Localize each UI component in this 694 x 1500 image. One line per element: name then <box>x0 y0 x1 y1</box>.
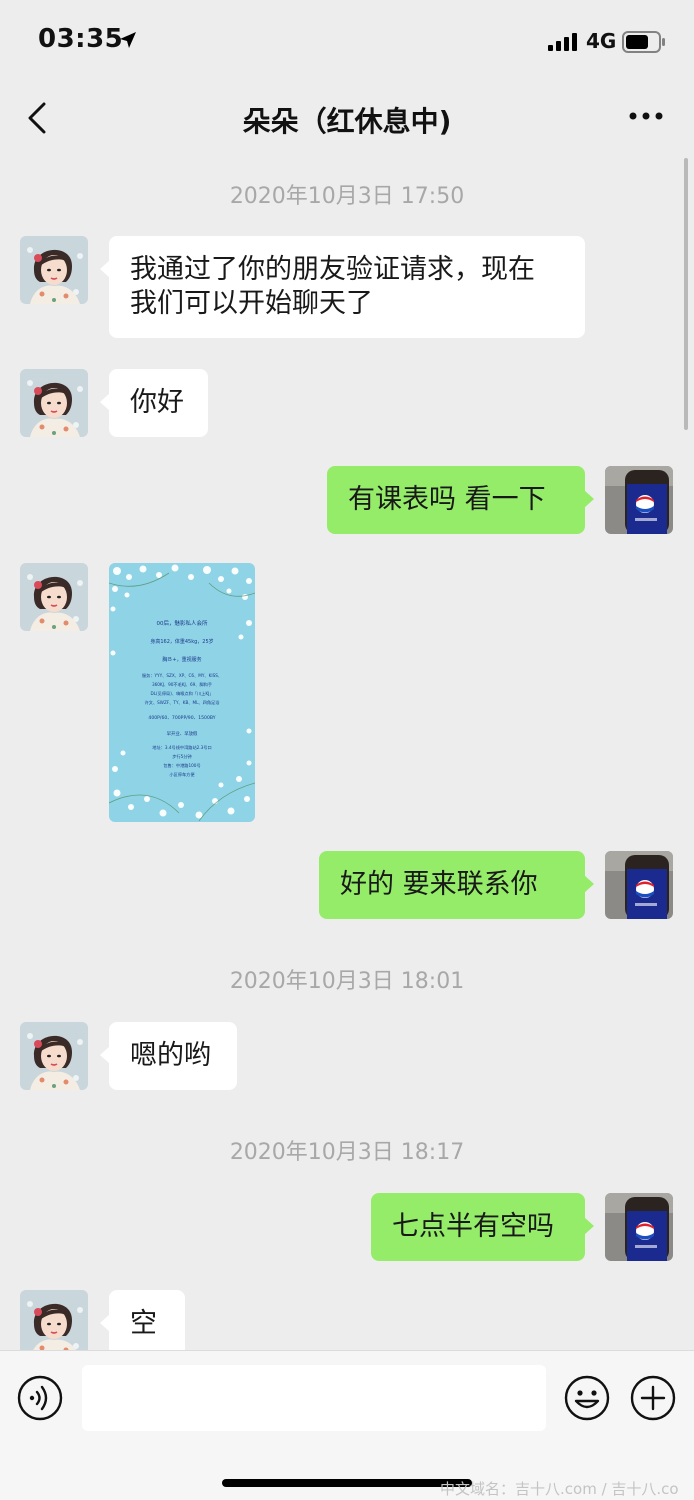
home-indicator <box>222 1479 472 1487</box>
my-avatar[interactable] <box>605 1193 673 1261</box>
outgoing-message-bubble[interactable]: 有课表吗 看一下 <box>327 466 594 534</box>
outgoing-message-bubble[interactable]: 七点半有空吗 <box>371 1193 594 1261</box>
contact-avatar[interactable] <box>20 1290 88 1358</box>
battery-icon <box>622 31 665 53</box>
status-time: 03:35 <box>38 24 124 54</box>
message-text: 我通过了你的朋友验证请求，现在 <box>130 254 535 285</box>
message-input[interactable] <box>82 1365 546 1431</box>
message-text: 有课表吗 看一下 <box>348 484 546 515</box>
image-message[interactable]: 00后，魅影私人会所 身高162，体重45kg，25岁 胸Ｂ+，重视服务 服务：… <box>109 563 255 822</box>
my-avatar[interactable] <box>605 851 673 919</box>
message-text: 七点半有空吗 <box>392 1211 554 1242</box>
image-line-5: 360KJ、90不毛KJ、69、脚和手 <box>152 681 212 688</box>
message-text: 我们可以开始聊天了 <box>130 288 373 319</box>
signal-icon <box>548 33 577 51</box>
message-text: 好的 要来联系你 <box>340 869 538 900</box>
voice-icon[interactable] <box>17 1375 63 1421</box>
message-text: 你好 <box>130 387 184 418</box>
timestamp: 2020年10月3日 17:50 <box>229 184 465 209</box>
contact-avatar[interactable] <box>20 1022 88 1090</box>
image-line-1: 00后，魅影私人会所 <box>157 619 208 627</box>
message-text: 嗯的哟 <box>130 1040 211 1071</box>
image-line-8: 400P/60、700PP/90、1500BY <box>148 715 215 721</box>
chat-title: 朵朵（红休息中) <box>242 105 452 138</box>
plus-icon[interactable] <box>630 1375 676 1421</box>
contact-avatar[interactable] <box>20 369 88 437</box>
message-text: 空 <box>130 1308 157 1339</box>
contact-avatar[interactable] <box>20 236 88 304</box>
image-line-7: 许文、SWZF、TY、KB、ML、四角足浴 <box>145 699 221 706</box>
incoming-message-bubble[interactable]: 你好 <box>100 369 208 437</box>
more-icon[interactable] <box>628 110 664 122</box>
location-arrow-icon <box>120 32 136 48</box>
image-line-2: 身高162，体重45kg，25岁 <box>150 638 213 645</box>
watermark: 中文域名：吉十八.com / 吉十八.co <box>440 1480 679 1498</box>
timestamp: 2020年10月3日 18:01 <box>229 969 465 994</box>
outgoing-message-bubble[interactable]: 好的 要来联系你 <box>319 851 594 919</box>
my-avatar[interactable] <box>605 466 673 534</box>
image-line-12: 包售：中港路100号 <box>163 762 200 769</box>
image-line-11: 步行5分钟 <box>172 753 191 760</box>
image-line-3: 胸Ｂ+，重视服务 <box>162 656 201 663</box>
network-label: 4G <box>586 29 617 53</box>
incoming-message-bubble[interactable]: 我通过了你的朋友验证请求，现在 我们可以开始聊天了 <box>100 236 585 338</box>
contact-avatar[interactable] <box>20 563 88 631</box>
timestamp: 2020年10月3日 18:17 <box>229 1140 465 1165</box>
status-bar: 03:35 4G <box>0 0 694 84</box>
incoming-message-bubble[interactable]: 嗯的哟 <box>100 1022 237 1090</box>
image-line-13: 小区停车方便 <box>169 771 195 778</box>
image-line-9: 早开业、早放假 <box>167 730 198 737</box>
input-bar: 中文域名：吉十八.com / 吉十八.co <box>0 1350 694 1500</box>
nav-bar: 朵朵（红休息中) <box>0 84 694 154</box>
image-line-4: 服务：YYY、SZX、XP、C6、MY、KISS、 <box>142 672 222 679</box>
emoji-icon[interactable] <box>564 1375 610 1421</box>
flower-background-image: 00后，魅影私人会所 身高162，体重45kg，25岁 胸Ｂ+，重视服务 服务：… <box>109 563 255 822</box>
image-line-6: DL(见停局)、嗨喉点和「川上KJ」 <box>150 690 213 697</box>
image-line-10: 地址：3.4号线中湾路站2.3号口 <box>152 744 211 751</box>
incoming-message-bubble[interactable]: 空 <box>100 1290 185 1358</box>
